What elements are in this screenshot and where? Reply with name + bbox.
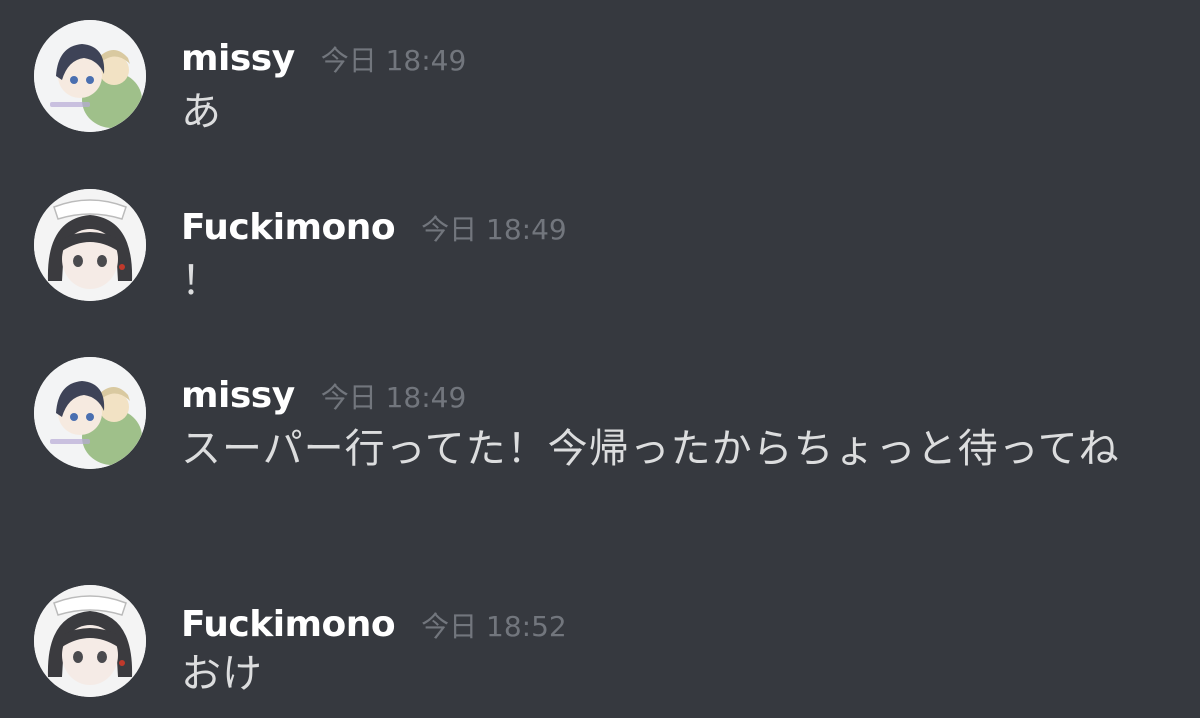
avatar-fuckimono[interactable] (34, 585, 146, 697)
username[interactable]: missy (181, 38, 295, 79)
message-header: missy 今日 18:49 (181, 38, 466, 79)
timestamp[interactable]: 今日 18:49 (321, 376, 467, 416)
message-header: Fuckimono 今日 18:49 (181, 207, 567, 248)
timestamp[interactable]: 今日 18:49 (321, 39, 467, 79)
avatar-fuckimono[interactable] (34, 189, 146, 301)
message-content: スーパー行ってた！今帰ったからちょっと待ってね (181, 426, 1120, 472)
avatar-missy[interactable] (34, 357, 146, 469)
timestamp[interactable]: 今日 18:49 (421, 208, 567, 248)
message-content: おけ (181, 651, 263, 697)
message-header: missy 今日 18:49 (181, 375, 466, 416)
message-content: ！ (181, 258, 222, 304)
username[interactable]: Fuckimono (181, 207, 396, 248)
avatar-missy[interactable] (34, 20, 146, 132)
username[interactable]: missy (181, 375, 295, 416)
message-content: あ (181, 89, 222, 135)
